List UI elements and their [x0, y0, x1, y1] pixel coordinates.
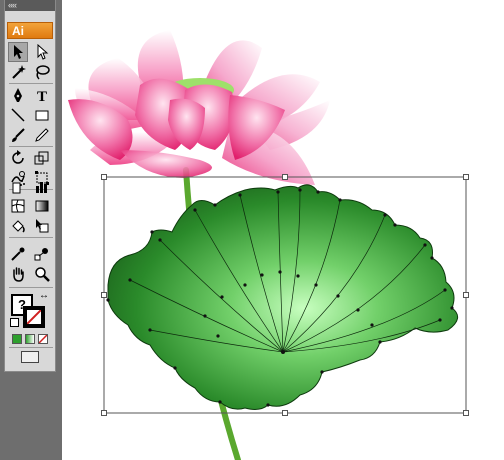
- resize-handle[interactable]: [101, 410, 107, 416]
- resize-handle[interactable]: [463, 174, 469, 180]
- resize-handle[interactable]: [282, 174, 288, 180]
- lotus-leaf[interactable]: [106, 184, 459, 410]
- artboard-canvas[interactable]: [0, 0, 504, 460]
- resize-handle[interactable]: [463, 410, 469, 416]
- resize-handle[interactable]: [282, 410, 288, 416]
- resize-handle[interactable]: [101, 174, 107, 180]
- lotus-flower[interactable]: [68, 30, 330, 185]
- resize-handle[interactable]: [101, 292, 107, 298]
- resize-handle[interactable]: [463, 292, 469, 298]
